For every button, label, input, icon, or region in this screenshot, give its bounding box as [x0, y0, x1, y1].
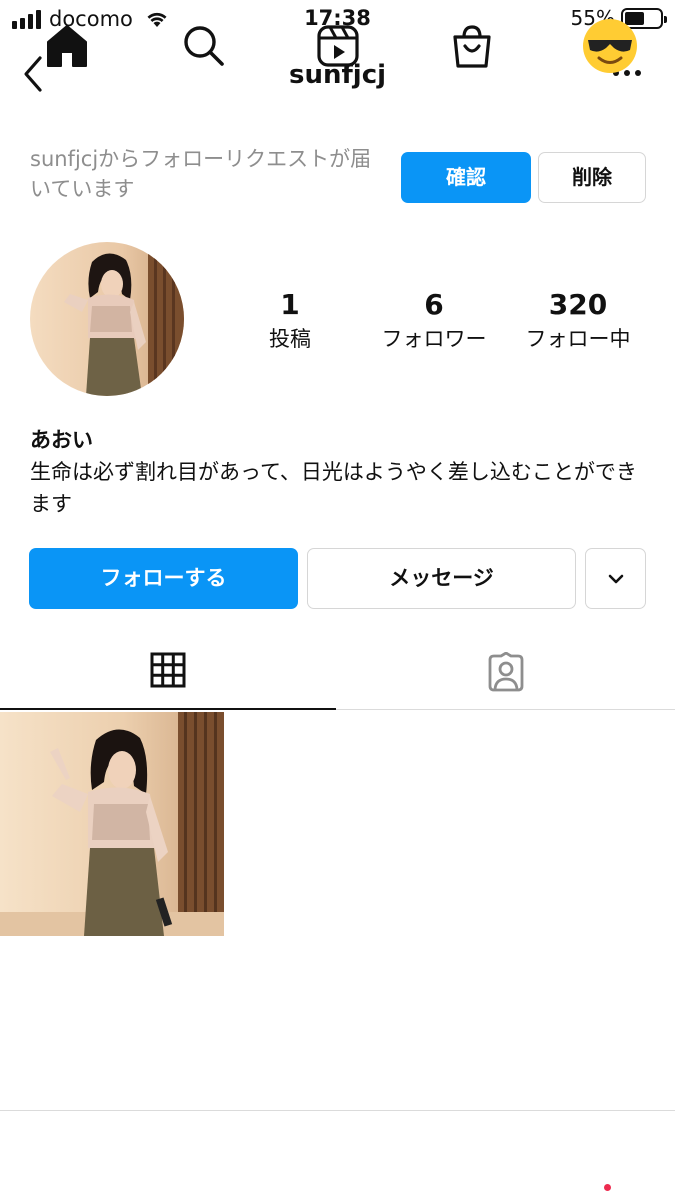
confirm-request-button[interactable]: 確認 [401, 152, 531, 203]
search-tab[interactable] [180, 22, 228, 70]
post-photo [0, 712, 224, 936]
suggested-dropdown-button[interactable] [585, 548, 646, 609]
battery-cap [664, 15, 667, 23]
stat-posts-count: 1 [280, 288, 300, 321]
follow-request-text: sunfjcjからフォローリクエストが届いています [30, 147, 372, 201]
shop-bag-icon [453, 25, 491, 68]
grid-icon [150, 652, 186, 688]
display-name: あおい [30, 428, 93, 452]
reels-tab[interactable] [314, 22, 362, 70]
home-icon [47, 25, 87, 67]
stat-posts[interactable]: 1 投稿 [240, 288, 340, 354]
profile-avatar[interactable] [30, 242, 184, 396]
tab-tagged[interactable] [336, 634, 675, 710]
delete-request-button[interactable]: 削除 [538, 152, 646, 203]
tagged-person-icon [488, 652, 524, 692]
reels-icon [317, 25, 359, 67]
bottom-tab-bar [0, 1110, 675, 1200]
profile-bio: 生命は必ず割れ目があって、日光はようやく差し込むことができます [30, 460, 637, 516]
post-thumbnail[interactable] [0, 712, 224, 936]
avatar-photo [30, 242, 184, 396]
stat-followers-label: フォロワー [381, 327, 487, 351]
stat-followers[interactable]: 6 フォロワー [370, 288, 498, 354]
profile-avatar-icon [583, 19, 637, 73]
stat-following[interactable]: 320 フォロー中 [515, 288, 641, 354]
message-button[interactable]: メッセージ [307, 548, 576, 609]
follow-button[interactable]: フォローする [29, 548, 298, 609]
stat-following-count: 320 [548, 288, 608, 321]
shop-tab[interactable] [448, 22, 496, 70]
stat-followers-count: 6 [424, 288, 444, 321]
profile-tab[interactable] [582, 18, 638, 74]
stat-posts-label: 投稿 [269, 327, 311, 351]
chevron-down-icon [608, 574, 624, 584]
home-tab[interactable] [43, 22, 91, 70]
notification-dot [604, 1184, 611, 1191]
stat-following-label: フォロー中 [525, 327, 631, 351]
tab-posts-grid[interactable] [0, 634, 336, 710]
search-icon [184, 26, 224, 66]
